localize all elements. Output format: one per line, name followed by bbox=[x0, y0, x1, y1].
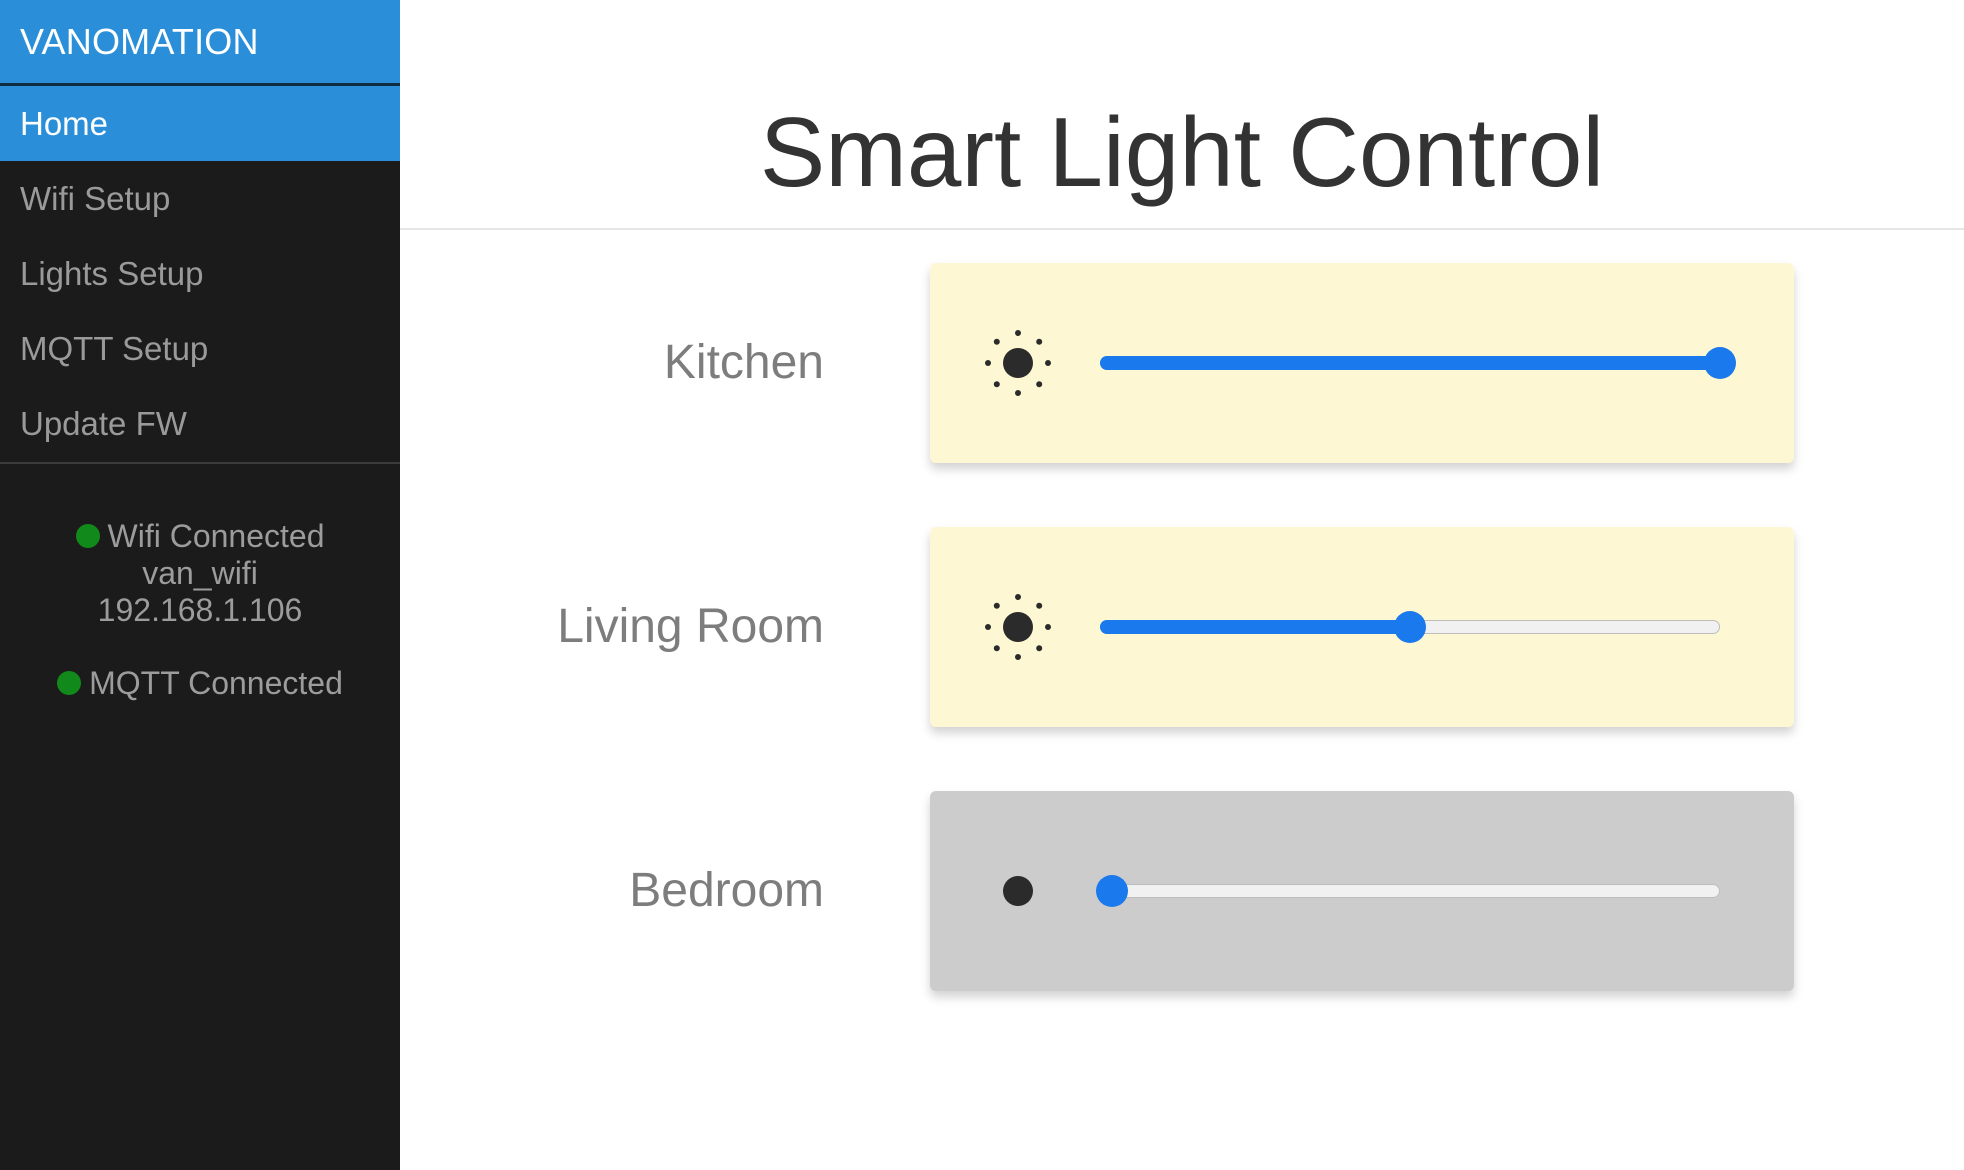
sidebar-nav: Home Wifi Setup Lights Setup MQTT Setup … bbox=[0, 86, 400, 461]
light-card-living-room bbox=[930, 527, 1794, 727]
page-title: Smart Light Control bbox=[759, 97, 1605, 207]
sidebar-item-lights-setup[interactable]: Lights Setup bbox=[0, 236, 400, 311]
mqtt-status: MQTT Connected bbox=[0, 665, 400, 702]
sidebar: VANOMATION Home Wifi Setup Lights Setup … bbox=[0, 0, 400, 1170]
title-divider bbox=[400, 228, 1964, 230]
wifi-status-label: Wifi Connected bbox=[107, 518, 325, 554]
light-card-bedroom bbox=[930, 791, 1794, 991]
wifi-ssid: van_wifi bbox=[142, 555, 258, 591]
light-card-kitchen bbox=[930, 263, 1794, 463]
dot-icon[interactable] bbox=[978, 851, 1058, 931]
brand-title: VANOMATION bbox=[0, 0, 400, 86]
sidebar-item-home[interactable]: Home bbox=[0, 86, 400, 161]
wifi-status-indicator-icon bbox=[75, 524, 100, 548]
sun-icon[interactable] bbox=[978, 323, 1058, 403]
main-content: Smart Light Control Kitchen Living Room … bbox=[400, 0, 1964, 1170]
slider-track[interactable] bbox=[1100, 884, 1720, 898]
slider-fill bbox=[1100, 620, 1410, 634]
sun-icon[interactable] bbox=[978, 587, 1058, 667]
wifi-ip-address: 192.168.1.106 bbox=[97, 592, 303, 628]
light-row-bedroom: Bedroom bbox=[400, 791, 1964, 991]
light-row-living-room: Living Room bbox=[400, 527, 1964, 727]
mqtt-status-indicator-icon bbox=[57, 671, 82, 695]
slider-thumb[interactable] bbox=[1096, 875, 1129, 907]
slider-fill bbox=[1100, 356, 1720, 370]
wifi-status-line: Wifi Connected bbox=[0, 518, 400, 555]
slider-thumb[interactable] bbox=[1704, 347, 1736, 379]
sidebar-item-wifi-setup[interactable]: Wifi Setup bbox=[0, 161, 400, 236]
sidebar-item-mqtt-setup[interactable]: MQTT Setup bbox=[0, 311, 400, 386]
wifi-status: Wifi Connected van_wifi 192.168.1.106 bbox=[0, 518, 400, 629]
slider-thumb[interactable] bbox=[1394, 611, 1426, 643]
room-label-kitchen: Kitchen bbox=[663, 336, 824, 389]
sidebar-item-update-fw[interactable]: Update FW bbox=[0, 386, 400, 461]
sidebar-divider bbox=[0, 462, 400, 464]
room-label-living-room: Living Room bbox=[557, 600, 824, 653]
mqtt-status-label: MQTT Connected bbox=[89, 665, 343, 701]
room-label-bedroom: Bedroom bbox=[629, 864, 824, 917]
light-row-kitchen: Kitchen bbox=[400, 263, 1964, 463]
